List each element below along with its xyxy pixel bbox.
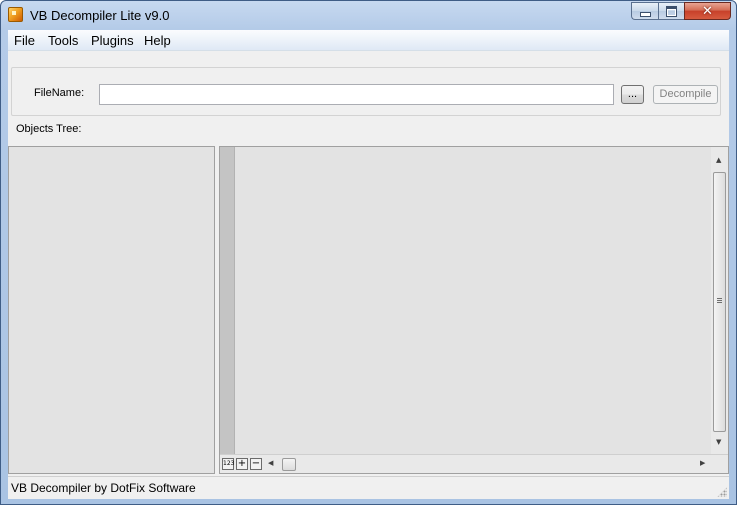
maximize-icon	[666, 5, 677, 17]
line-gutter	[220, 147, 235, 454]
objects-tree-pane[interactable]	[8, 146, 215, 474]
vertical-scroll-thumb[interactable]	[713, 172, 726, 432]
menu-file[interactable]: File	[14, 33, 35, 48]
app-icon[interactable]	[8, 7, 23, 22]
zoom-out-button[interactable]: −	[250, 458, 262, 470]
minimize-icon	[639, 11, 651, 17]
filename-input[interactable]	[99, 84, 614, 105]
menu-plugins[interactable]: Plugins	[91, 33, 134, 48]
filename-label: FileName:	[34, 87, 85, 99]
maximize-button[interactable]	[658, 2, 684, 20]
code-view-pane[interactable]: ▲ ▼ 123 + − ◀ ▶	[219, 146, 729, 474]
close-button[interactable]: ✕	[684, 2, 731, 20]
scroll-right-arrow-icon[interactable]: ▶	[700, 460, 705, 467]
decompile-button[interactable]: Decompile	[653, 85, 718, 104]
browse-button[interactable]: ...	[621, 85, 644, 104]
objects-tree-label: Objects Tree:	[16, 123, 82, 135]
client-area: File Tools Plugins Help FileName: ... De…	[8, 30, 729, 499]
line-numbers-button[interactable]: 123	[222, 458, 234, 470]
status-bar: VB Decompiler by DotFix Software	[8, 476, 729, 499]
title-bar[interactable]: VB Decompiler Lite v9.0 ✕	[1, 1, 736, 29]
vertical-scrollbar[interactable]: ▲ ▼	[711, 147, 728, 454]
status-text: VB Decompiler by DotFix Software	[11, 481, 196, 495]
file-panel: FileName: ... Decompile	[11, 67, 721, 116]
window-title: VB Decompiler Lite v9.0	[30, 8, 170, 23]
minimize-button[interactable]	[631, 2, 658, 20]
menu-help[interactable]: Help	[144, 33, 171, 48]
grip-icon	[717, 298, 722, 304]
resize-grip-icon[interactable]	[717, 487, 727, 497]
menu-bar: File Tools Plugins Help	[8, 30, 729, 51]
scroll-down-arrow-icon[interactable]: ▼	[716, 439, 721, 446]
scroll-up-arrow-icon[interactable]: ▲	[716, 157, 721, 164]
menu-tools[interactable]: Tools	[48, 33, 78, 48]
code-view-toolbar: 123 + − ◀ ▶	[220, 454, 728, 473]
horizontal-scroll-thumb[interactable]	[282, 458, 296, 471]
app-window: VB Decompiler Lite v9.0 ✕ File Tools Plu…	[0, 0, 737, 505]
caption-buttons: ✕	[631, 2, 731, 21]
zoom-in-button[interactable]: +	[236, 458, 248, 470]
scroll-left-arrow-icon[interactable]: ◀	[268, 460, 273, 467]
close-icon: ✕	[702, 3, 713, 19]
